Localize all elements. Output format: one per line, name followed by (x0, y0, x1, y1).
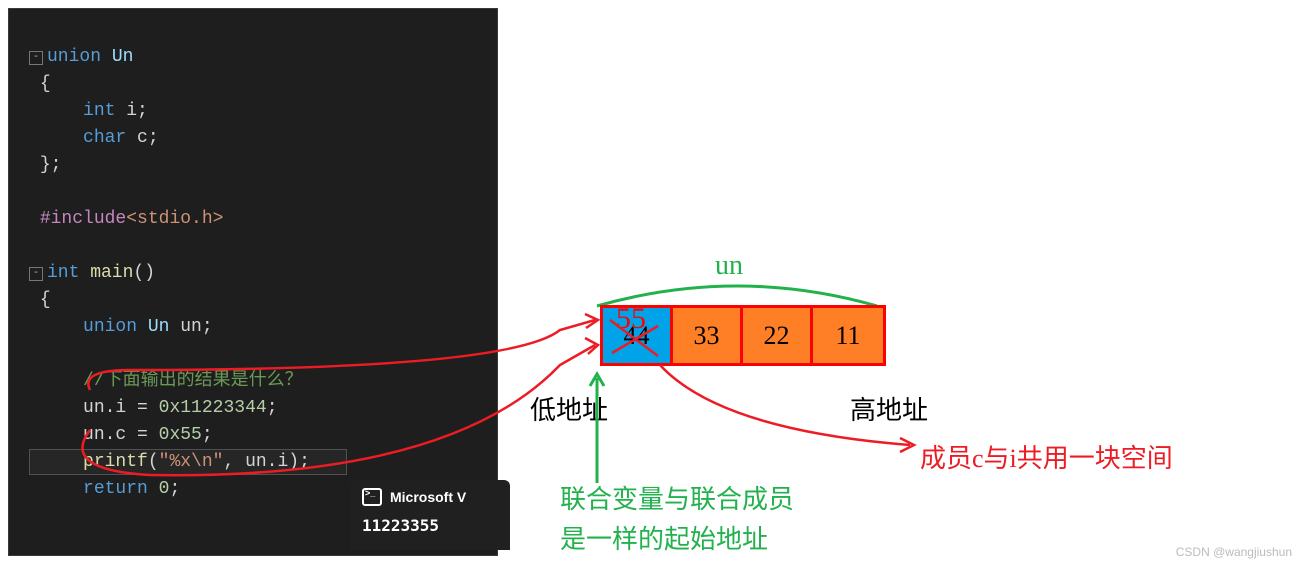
green-line2: 是一样的起始地址 (560, 525, 768, 554)
stmt-uni: un.i = (83, 398, 159, 418)
code-content: -union Un { int i; char c; }; #include<s… (29, 17, 493, 503)
semi2: ; (202, 425, 213, 445)
fn-main: main (79, 263, 133, 283)
fn-printf: printf (83, 452, 148, 472)
mem-cell-3: 11 (813, 308, 883, 363)
paren: () (133, 263, 155, 283)
fold-icon[interactable]: - (29, 51, 43, 65)
green-arrow-up (595, 368, 599, 483)
type-un: Un (101, 47, 133, 67)
watermark: CSDN @wangjiushun (1176, 545, 1292, 559)
console-titlebar: Microsoft V (350, 480, 510, 510)
console-title: Microsoft V (390, 489, 466, 505)
brace-open: { (40, 74, 51, 94)
comment: //下面输出的结果是什么？ (83, 371, 303, 391)
kw-int2: int (47, 263, 79, 283)
kw-union2: union (83, 317, 137, 337)
kw-union: union (47, 47, 101, 67)
kw-return: return (83, 479, 148, 499)
printf-args: , un.i); (223, 452, 309, 472)
mem-cell-1: 33 (673, 308, 743, 363)
directive-include: #include (40, 209, 126, 229)
strikethrough-44 (608, 318, 663, 358)
semi1: ; (267, 398, 278, 418)
brace-close: }; (40, 155, 62, 175)
label-high-address: 高地址 (850, 390, 928, 427)
red-annotation: 成员c与i共用一块空间 (920, 438, 1173, 475)
semi3: ; (169, 479, 180, 499)
fmt-str: "%x\n" (159, 452, 224, 472)
code-editor-pane: -union Un { int i; char c; }; #include<s… (8, 8, 498, 556)
type-un2: Un (137, 317, 169, 337)
num-2: 0x55 (159, 425, 202, 445)
green-line1: 联合变量与联合成员 (560, 485, 794, 514)
num-1: 0x11223344 (159, 398, 267, 418)
header-stdio: <stdio.h> (126, 209, 223, 229)
ret-val: 0 (148, 479, 170, 499)
console-window: Microsoft V 11223355 (350, 480, 510, 550)
var-c: c; (126, 128, 158, 148)
var-un: un; (169, 317, 212, 337)
kw-char: char (83, 128, 126, 148)
kw-int: int (83, 101, 115, 121)
var-i: i; (115, 101, 147, 121)
stmt-unc: un.c = (83, 425, 159, 445)
terminal-icon (362, 488, 382, 506)
mem-cell-2: 22 (743, 308, 813, 363)
brace-open2: { (40, 290, 51, 310)
memory-diagram: un 44 33 22 11 55 低地址 高地址 联合变量与联合成员 是一样的… (500, 0, 1300, 563)
console-output: 11223355 (350, 510, 510, 541)
editor-gutter (9, 9, 21, 555)
green-annotation: 联合变量与联合成员 是一样的起始地址 (560, 480, 794, 560)
fold-icon[interactable]: - (29, 267, 43, 281)
